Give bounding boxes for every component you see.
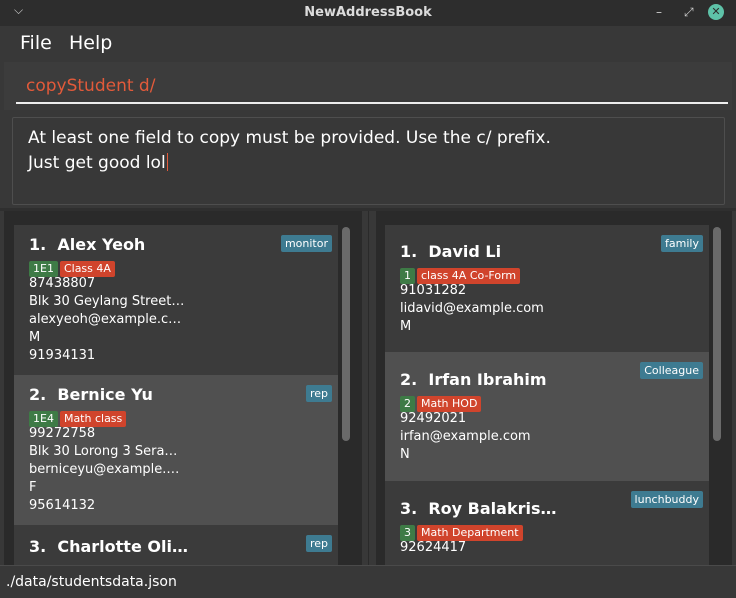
teacher-list-panel[interactable]: 1. David Li family 1 class 4A Co-Form 910… [376,211,732,565]
teacher-card-badge: Colleague [640,362,703,379]
student-card-parent-phone: 95614132 [29,498,96,513]
split-divider-line [368,211,369,565]
text-caret [166,153,168,171]
teacher-card-email: lidavid@example.com [400,301,544,316]
maximize-icon[interactable]: ⤢ [684,4,694,20]
student-tag: 1E4 [29,411,58,427]
teacher-card-badge: lunchbuddy [630,491,703,508]
teacher-card-phone: 92492021 [400,411,467,426]
student-list-panel[interactable]: 1. Alex Yeoh monitor 1E1 Class 4A 8743880… [4,211,362,565]
student-card-tags: 1E4 Math class [29,407,128,427]
student-card-email: berniceyu@example.… [29,462,180,477]
teacher-card-phone: 92624417 [400,540,467,555]
teacher-tag: 1 [400,268,415,284]
teacher-card-name: David Li [428,242,502,261]
student-card-email: alexyeoh@example.c… [29,312,182,327]
result-display[interactable]: At least one field to copy must be provi… [12,117,725,205]
menu-help[interactable]: Help [69,32,112,54]
student-card-phone: 99272758 [29,426,96,441]
close-icon[interactable]: ✕ [708,4,724,20]
split-divider[interactable] [362,211,376,565]
student-card-gender: M [29,330,41,345]
teacher-card-gender: M [400,319,412,334]
teacher-card-phone: 91031282 [400,283,467,298]
student-card-gender: F [29,480,37,495]
command-box[interactable]: copyStudent d/ [4,62,732,110]
student-card-index: 3. [29,537,47,556]
student-tag: Math class [59,411,127,427]
teacher-card-name: Irfan Ibrahim [428,370,547,389]
teacher-tag: Math Department [417,525,523,541]
student-list-scrollbar[interactable] [342,227,350,441]
teacher-tag: 3 [400,525,415,541]
teacher-card-tags: 2 Math HOD [400,392,483,412]
student-card-title: 3. Charlotte Oli… [29,537,188,556]
student-card-title: 1. Alex Yeoh [29,235,145,254]
student-card-address: Blk 30 Geylang Street… [29,294,185,309]
student-card-index: 1. [29,235,47,254]
result-message-line-1: At least one field to copy must be provi… [28,128,551,148]
student-card-badge: rep [305,385,332,402]
command-underline [16,102,728,104]
teacher-tag: 2 [400,396,415,412]
command-input[interactable]: copyStudent d/ [26,76,155,96]
teacher-card-index: 1. [400,242,418,261]
teacher-card-title: 1. David Li [400,242,501,261]
student-card-index: 2. [29,385,47,404]
teacher-card-index: 2. [400,370,418,389]
teacher-card-title: 2. Irfan Ibrahim [400,370,547,389]
teacher-card-tags: 1 class 4A Co-Form [400,264,522,284]
teacher-card-email: irfan@example.com [400,429,531,444]
student-card-tags: 1E1 Class 4A [29,257,117,277]
result-message-line-2: Just get good lol [28,153,168,173]
window-title: NewAddressBook [304,5,432,20]
teacher-card-name: Roy Balakris… [428,499,557,518]
student-card-title: 2. Bernice Yu [29,385,153,404]
student-card-name: Alex Yeoh [57,235,146,254]
minimize-icon[interactable]: – [656,4,662,20]
student-card[interactable]: 3. Charlotte Oli… rep [14,525,338,565]
student-card[interactable]: 1. Alex Yeoh monitor 1E1 Class 4A 8743880… [14,225,338,375]
teacher-tag: class 4A Co-Form [417,268,521,284]
student-card-name: Charlotte Oli… [57,537,188,556]
student-tag: Class 4A [59,261,115,277]
save-file-path: ./data/studentsdata.json [6,574,177,590]
student-card-address: Blk 30 Lorong 3 Sera… [29,444,178,459]
student-card[interactable]: 2. Bernice Yu rep 1E4 Math class 99272758… [14,375,338,525]
student-card-phone: 87438807 [29,276,96,291]
student-card-badge: monitor [280,235,332,252]
teacher-card-title: 3. Roy Balakris… [400,499,556,518]
teacher-card-gender: N [400,447,410,462]
teacher-tag: Math HOD [417,396,482,412]
student-card-name: Bernice Yu [57,385,153,404]
teacher-card[interactable]: 1. David Li family 1 class 4A Co-Form 910… [385,225,709,352]
title-bar: ⌵ NewAddressBook – ⤢ ✕ [0,0,736,26]
result-message-text: Just get good lol [28,153,166,173]
teacher-card[interactable]: 2. Irfan Ibrahim Colleague 2 Math HOD 924… [385,352,709,481]
status-bar: ./data/studentsdata.json [0,565,736,598]
student-card-parent-phone: 91934131 [29,348,96,363]
teacher-card-tags: 3 Math Department [400,521,525,541]
menu-file[interactable]: File [20,32,52,54]
teacher-card-index: 3. [400,499,418,518]
student-tag: 1E1 [29,261,58,277]
student-card-badge: rep [305,535,332,552]
menu-bar: File Help [0,26,736,60]
teacher-card-badge: family [661,235,703,252]
teacher-card[interactable]: 3. Roy Balakris… lunchbuddy 3 Math Depart… [385,481,709,565]
teacher-list-scrollbar[interactable] [713,227,721,441]
